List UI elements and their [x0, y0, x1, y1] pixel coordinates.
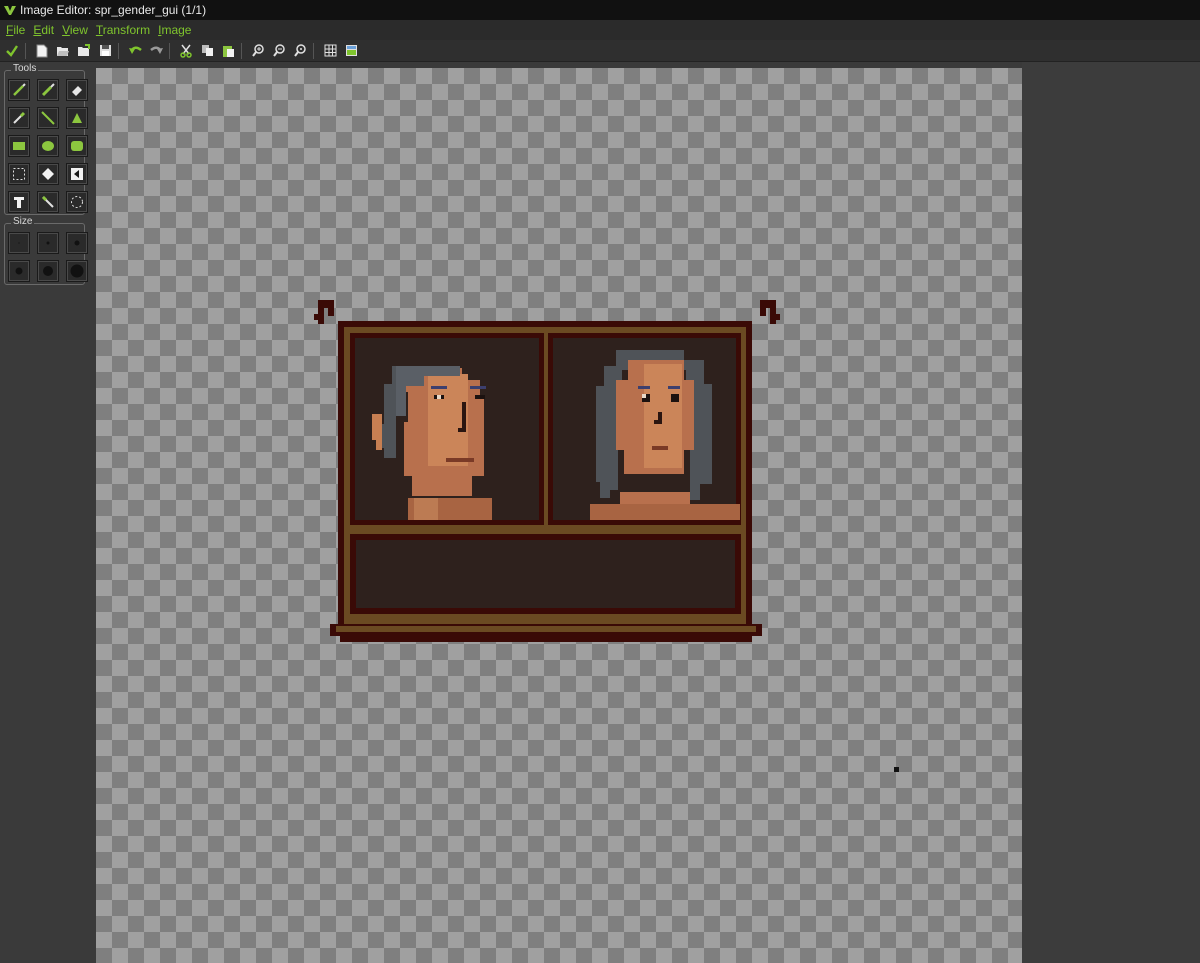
- magic-wand-icon[interactable]: [37, 191, 59, 213]
- redo-icon[interactable]: [147, 42, 165, 60]
- window-title: Image Editor: spr_gender_gui (1/1): [20, 3, 207, 17]
- change-color-icon[interactable]: [66, 163, 88, 185]
- size-5-icon[interactable]: [37, 260, 59, 282]
- menu-edit[interactable]: Edit: [33, 23, 54, 37]
- size-group: Size: [4, 216, 88, 285]
- zoom-reset-icon[interactable]: [291, 42, 309, 60]
- save-icon[interactable]: [96, 42, 114, 60]
- size-4-icon[interactable]: [8, 260, 30, 282]
- color-picker-icon[interactable]: [8, 107, 30, 129]
- menu-view[interactable]: View: [62, 23, 88, 37]
- selection-icon[interactable]: [8, 163, 30, 185]
- ellipse-icon[interactable]: [37, 135, 59, 157]
- stray-pixel: [894, 767, 899, 772]
- menu-bar: File Edit View Transform Image: [0, 20, 1200, 40]
- line-icon[interactable]: [37, 107, 59, 129]
- toolbar-separator: [25, 42, 26, 59]
- rectangle-icon[interactable]: [8, 135, 30, 157]
- copy-icon[interactable]: [198, 42, 216, 60]
- sprite-artwork: [314, 300, 899, 772]
- cut-icon[interactable]: [177, 42, 195, 60]
- background-icon[interactable]: [342, 42, 360, 60]
- new-icon[interactable]: [33, 42, 51, 60]
- menu-image[interactable]: Image: [158, 23, 191, 37]
- tools-grid: [8, 79, 88, 213]
- toolbar-separator: [118, 42, 119, 59]
- toolbar: [0, 40, 1200, 62]
- text-icon[interactable]: [8, 191, 30, 213]
- size-2-icon[interactable]: [37, 232, 59, 254]
- spray-icon[interactable]: [37, 79, 59, 101]
- size-label: Size: [11, 216, 35, 227]
- size-3-icon[interactable]: [66, 232, 88, 254]
- image-canvas[interactable]: [96, 68, 1022, 963]
- open-icon[interactable]: [54, 42, 72, 60]
- toolbar-separator: [313, 42, 314, 59]
- title-bar: Image Editor: spr_gender_gui (1/1): [0, 0, 1200, 20]
- zoom-out-icon[interactable]: [270, 42, 288, 60]
- pencil-icon[interactable]: [8, 79, 30, 101]
- size-grid: [8, 232, 88, 282]
- left-panel: Tools Size: [0, 62, 95, 963]
- polygon-icon[interactable]: [66, 107, 88, 129]
- toolbar-separator: [169, 42, 170, 59]
- confirm-icon[interactable]: [3, 42, 21, 60]
- toolbar-separator: [241, 42, 242, 59]
- app-logo-icon: [4, 6, 16, 15]
- menu-file[interactable]: File: [6, 23, 25, 37]
- grid-icon[interactable]: [321, 42, 339, 60]
- rounded-rect-icon[interactable]: [66, 135, 88, 157]
- eraser-icon[interactable]: [66, 79, 88, 101]
- undo-icon[interactable]: [126, 42, 144, 60]
- tools-label: Tools: [11, 63, 39, 74]
- right-panel: [1022, 62, 1200, 963]
- menu-transform[interactable]: Transform: [96, 23, 150, 37]
- circle-select-icon[interactable]: [66, 191, 88, 213]
- size-6-icon[interactable]: [66, 260, 88, 282]
- fill-icon[interactable]: [37, 163, 59, 185]
- size-1-icon[interactable]: [8, 232, 30, 254]
- import-icon[interactable]: [75, 42, 93, 60]
- tools-group: Tools: [4, 63, 88, 215]
- zoom-in-icon[interactable]: [249, 42, 267, 60]
- paste-icon[interactable]: [219, 42, 237, 60]
